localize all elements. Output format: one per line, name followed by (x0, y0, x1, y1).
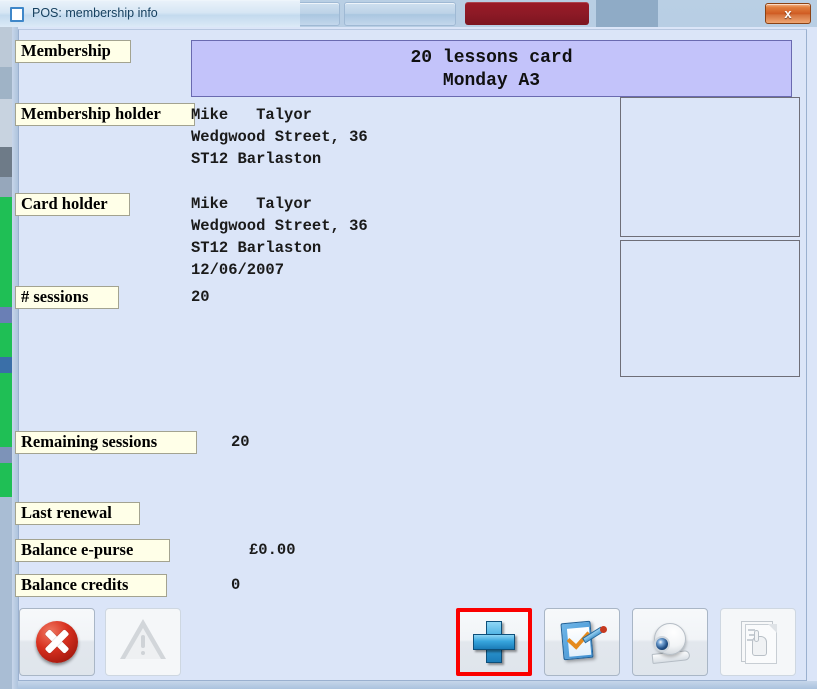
membership-holder-line-2: Wedgwood Street, 36 (191, 128, 368, 146)
remaining-sessions-label: Remaining sessions (15, 431, 197, 454)
blue-plus-icon (471, 619, 517, 665)
last-renewal-label: Last renewal (15, 502, 140, 525)
card-holder-line-1: Mike Talyor (191, 195, 312, 213)
balance-epurse-value: £0.00 (249, 541, 296, 559)
cancel-button[interactable] (19, 608, 95, 676)
edit-button[interactable] (544, 608, 620, 676)
membership-line-1: 20 lessons card (410, 48, 573, 68)
window-client-area: Membership 20 lessons card Monday A3 Memb… (0, 27, 817, 689)
membership-holder-label: Membership holder (15, 103, 195, 126)
card-holder-label: Card holder (15, 193, 130, 216)
membership-line-2: Monday A3 (442, 71, 541, 91)
add-button[interactable] (456, 608, 532, 676)
close-button[interactable]: x (765, 3, 811, 24)
form-panel: Membership 20 lessons card Monday A3 Memb… (15, 29, 807, 681)
membership-banner: 20 lessons card Monday A3 (191, 40, 792, 97)
warning-triangle-icon (120, 619, 166, 665)
membership-holder-line-1: Mike Talyor (191, 106, 312, 124)
background-window-strip (0, 27, 12, 689)
card-holder-line-4: 12/06/2007 (191, 261, 285, 279)
remaining-sessions-value: 20 (231, 433, 250, 451)
balance-epurse-label: Balance e-purse (15, 539, 170, 562)
window-bottom-rail (18, 681, 817, 689)
photo-placeholder-1[interactable] (620, 97, 800, 237)
membership-holder-line-3: ST12 Barlaston (191, 150, 322, 168)
titlebar-left: POS: membership info (0, 0, 300, 27)
sessions-value: 20 (191, 288, 210, 306)
balance-credits-value: 0 (231, 576, 241, 594)
card-holder-line-2: Wedgwood Street, 36 (191, 217, 368, 235)
webcam-icon (647, 619, 693, 665)
document-hand-icon (735, 619, 781, 665)
checklist-pencil-icon (559, 619, 607, 665)
membership-info-window: POS: membership info x Membership 20 les… (0, 0, 817, 689)
sessions-label: # sessions (15, 286, 119, 309)
window-icon (10, 7, 24, 22)
window-titlebar[interactable]: POS: membership info x (0, 0, 817, 27)
red-x-icon (34, 619, 80, 665)
signature-button (720, 608, 796, 676)
window-title: POS: membership info (32, 6, 158, 20)
card-holder-line-3: ST12 Barlaston (191, 239, 322, 257)
photo-placeholder-2[interactable] (620, 240, 800, 377)
warning-button (105, 608, 181, 676)
webcam-button[interactable] (632, 608, 708, 676)
membership-label: Membership (15, 40, 131, 63)
balance-credits-label: Balance credits (15, 574, 167, 597)
